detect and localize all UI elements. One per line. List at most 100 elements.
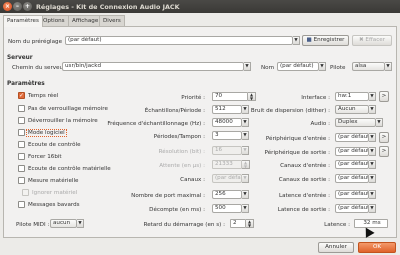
chevron-down-icon[interactable]: ▼	[369, 174, 376, 183]
checkbox-label: Mode logiciel	[26, 129, 67, 137]
chevron-down-icon[interactable]: ▼	[369, 204, 376, 213]
input-device-select-button[interactable]: >	[379, 132, 389, 143]
chevron-down-icon[interactable]: ▼	[369, 190, 376, 199]
periods-combo[interactable]: 3	[212, 131, 242, 140]
output-device-combo[interactable]: (par défaut)	[335, 147, 369, 156]
timeout-combo[interactable]: 500	[212, 204, 242, 213]
frames-combo[interactable]: 512	[212, 105, 242, 114]
close-window-icon[interactable]: ×	[3, 2, 12, 11]
out-channels-combo[interactable]: (par défaut)	[335, 174, 369, 183]
priority-field[interactable]: 70	[212, 92, 248, 101]
chevron-down-icon[interactable]: ▼	[244, 62, 251, 71]
verbose-checkbox[interactable]	[18, 201, 25, 208]
chevron-down-icon[interactable]: ▼	[369, 133, 376, 142]
title-bar: × – + Réglages - Kit de Connexion Audio …	[0, 0, 400, 13]
driver-label: Pilote	[330, 65, 346, 71]
checkbox-label: Ecoute de contrôle matérielle	[28, 166, 111, 172]
checkbox-label: Pas de verrouillage mémoire	[28, 106, 108, 112]
server-section-title: Serveur	[7, 55, 33, 61]
wordlength-combo[interactable]: 16	[212, 146, 242, 155]
realtime-checkbox[interactable]	[18, 92, 25, 99]
out-latency-label: Latence de sortie :	[277, 207, 330, 213]
interface-label: Interface :	[301, 95, 330, 101]
midi-driver-combo[interactable]: aucun	[50, 219, 77, 228]
tab-divers[interactable]: Divers	[99, 15, 125, 26]
chevron-down-icon[interactable]: ▼	[369, 147, 376, 156]
channels-label: Canaux :	[180, 177, 205, 183]
maximize-window-icon[interactable]: +	[23, 2, 32, 11]
hw-meter-checkbox[interactable]	[18, 177, 25, 184]
tab-options[interactable]: Options	[39, 15, 69, 26]
output-device-label: Périphérique de sortie :	[264, 150, 330, 156]
chevron-down-icon[interactable]: ▼	[319, 62, 326, 71]
max-ports-combo[interactable]: 256	[212, 190, 242, 199]
chevron-down-icon[interactable]: ▼	[242, 204, 249, 213]
save-preset-button[interactable]: ■ Enregistrer	[302, 35, 349, 46]
in-channels-combo[interactable]: (par défaut)	[335, 160, 369, 169]
output-device-select-button[interactable]: >	[379, 146, 389, 157]
in-channels-label: Canaux d'entrée :	[280, 163, 330, 169]
wait-label: Attente (en µs) :	[159, 163, 205, 169]
server-path-combo[interactable]: usr/bin/jackd	[62, 62, 244, 71]
chevron-down-icon[interactable]: ▼	[242, 118, 249, 127]
out-latency-combo[interactable]: (par défaut)	[335, 204, 369, 213]
chevron-down-icon[interactable]: ▼	[242, 190, 249, 199]
delete-icon: ✖	[358, 37, 364, 43]
priority-spinner[interactable]: ▲ ▼	[248, 92, 256, 101]
start-delay-field[interactable]: 2	[230, 219, 246, 228]
params-section-title: Paramètres	[7, 81, 45, 87]
chevron-down-icon[interactable]: ▼	[293, 36, 300, 45]
server-path-label: Chemin du serveur	[12, 65, 66, 71]
driver-combo[interactable]: alsa	[352, 62, 385, 71]
chevron-down-icon[interactable]: ▼	[369, 160, 376, 169]
input-device-combo[interactable]: (par défaut)	[335, 133, 369, 142]
interface-combo[interactable]: hw:1	[335, 92, 369, 101]
checkbox-label: Déverrouiller la mémoire	[28, 118, 98, 124]
tab-affichage[interactable]: Affichage	[68, 15, 103, 26]
preset-label: Nom du préréglage	[8, 39, 63, 45]
ok-button[interactable]: OK	[358, 242, 396, 253]
unlock-memory-checkbox[interactable]	[18, 117, 25, 124]
hw-monitor-checkbox[interactable]	[18, 165, 25, 172]
no-memlock-checkbox[interactable]	[18, 105, 25, 112]
dither-label: Bruit de dispersion (dither) :	[250, 108, 330, 114]
soft-mode-checkbox[interactable]	[18, 129, 25, 136]
chevron-down-icon[interactable]: ▼	[242, 174, 249, 183]
ignore-hw-checkbox[interactable]	[22, 189, 29, 196]
chevron-down-icon[interactable]: ▼	[385, 62, 392, 71]
channels-combo[interactable]: (par défaut)	[212, 174, 242, 183]
out-channels-label: Canaux de sortie :	[278, 177, 330, 183]
midi-driver-label: Pilote MIDI :	[16, 222, 50, 228]
server-name-combo[interactable]: (par défaut)	[277, 62, 319, 71]
latency-label: Latence :	[324, 222, 350, 228]
samplerate-label: Fréquence d'échantillonnage (Hz) :	[107, 121, 205, 127]
audio-combo[interactable]: Duplex	[335, 118, 376, 127]
preset-combo[interactable]: (par défaut)	[65, 36, 293, 45]
save-icon: ■	[306, 37, 312, 43]
start-delay-label: Retard du démarrage (en s) :	[143, 222, 225, 228]
monitor-checkbox[interactable]	[18, 141, 25, 148]
chevron-down-icon[interactable]: ▼	[77, 219, 84, 228]
audio-label: Audio :	[310, 121, 330, 127]
max-ports-label: Nombre de port maximal :	[131, 193, 205, 199]
cancel-button[interactable]: Annuler	[318, 242, 354, 253]
samplerate-combo[interactable]: 48000	[212, 118, 242, 127]
chevron-down-icon[interactable]: ▼	[376, 118, 383, 127]
force16bit-checkbox[interactable]	[18, 153, 25, 160]
checkbox-label: Mesure matérielle	[28, 178, 79, 184]
chevron-down-icon[interactable]: ▼	[242, 131, 249, 140]
start-delay-spinner[interactable]: ▲ ▼	[246, 219, 254, 228]
minimize-window-icon[interactable]: –	[13, 2, 22, 11]
interface-select-button[interactable]: >	[379, 91, 389, 102]
in-latency-combo[interactable]: (par défaut)	[335, 190, 369, 199]
chevron-down-icon[interactable]: ▼	[242, 146, 249, 155]
wait-spinner[interactable]: ▲ ▼	[242, 160, 250, 169]
server-name-label: Nom	[261, 65, 275, 71]
chevron-down-icon[interactable]: ▼	[369, 92, 376, 101]
delete-preset-button[interactable]: ✖ Effacer	[352, 35, 392, 46]
dither-combo[interactable]: Aucun	[335, 105, 369, 114]
periods-label: Périodes/Tampon :	[153, 134, 205, 140]
wait-field[interactable]: 21333	[212, 160, 242, 169]
tab-parametres[interactable]: Paramètres	[3, 15, 43, 27]
chevron-down-icon[interactable]: ▼	[369, 105, 376, 114]
